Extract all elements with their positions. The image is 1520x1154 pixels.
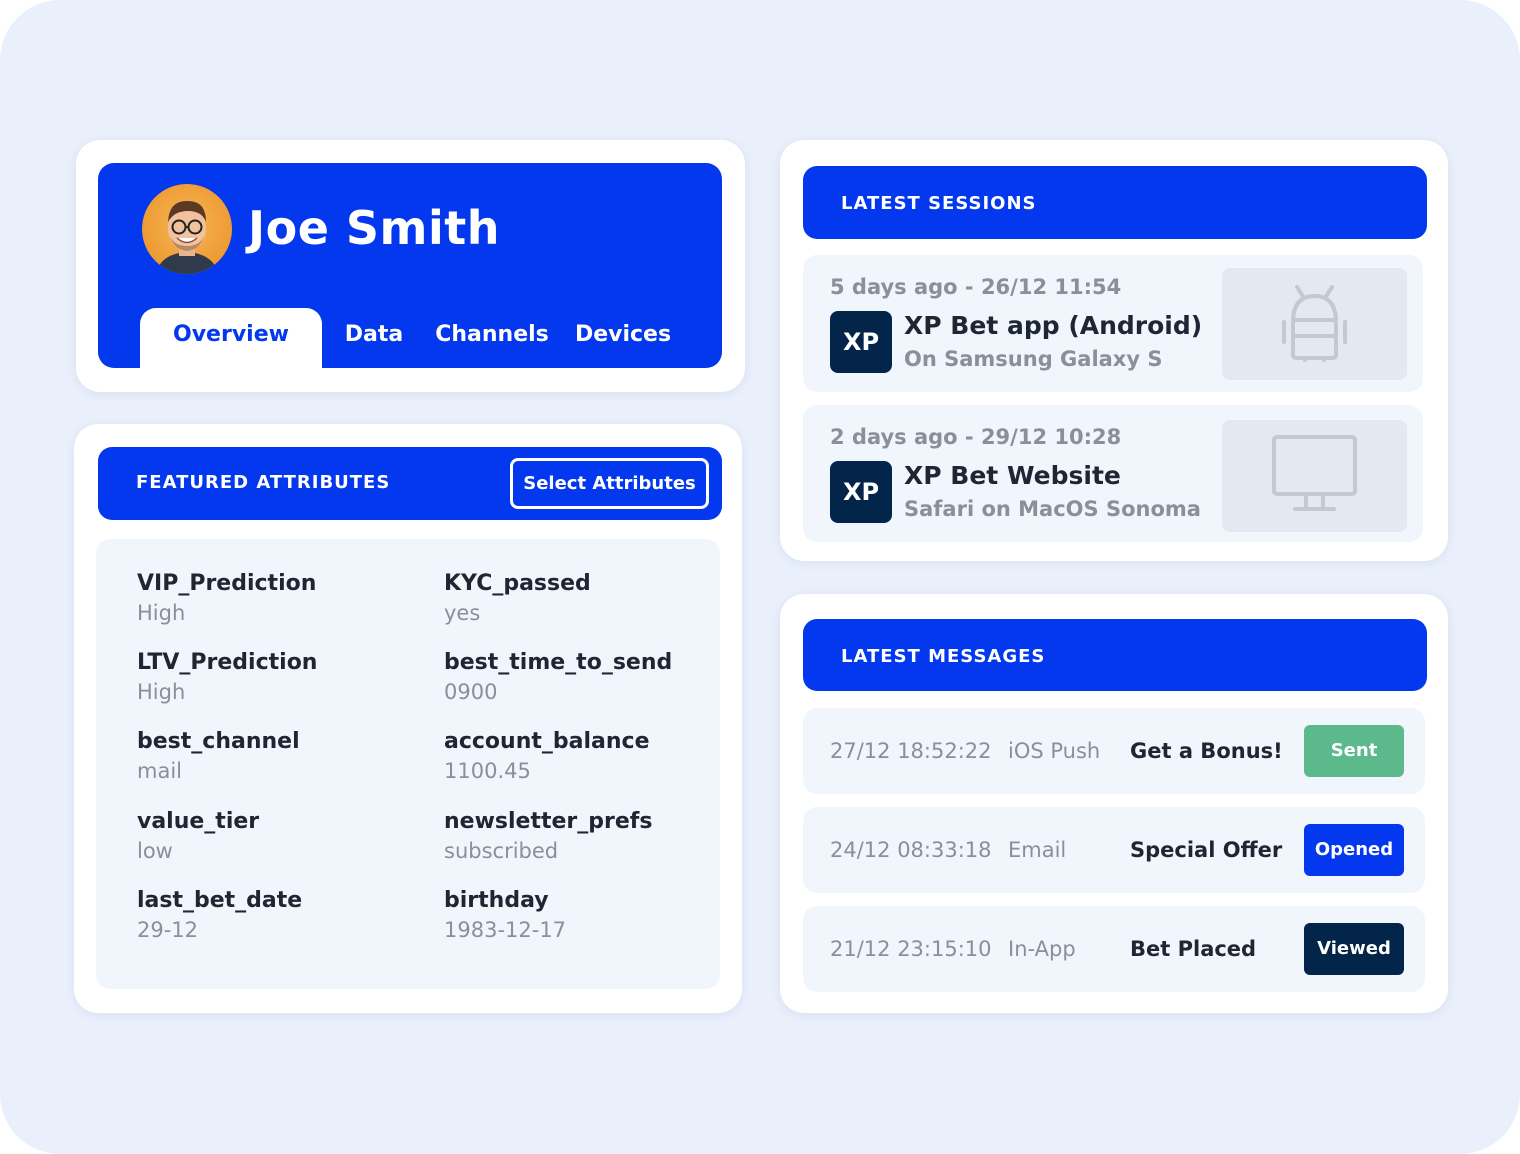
latest-sessions-card: LATEST SESSIONS 5 days ago - 26/12 11:54… — [780, 140, 1448, 561]
attribute-item: birthday 1983-12-17 — [444, 886, 744, 944]
attribute-item: LTV_Prediction High — [137, 648, 437, 706]
message-row[interactable]: 24/12 08:33:18 Email Special Offer Opene… — [803, 807, 1425, 893]
attribute-name: newsletter_prefs — [444, 809, 653, 834]
user-portrait-icon — [156, 200, 218, 274]
attribute-item: value_tier low — [137, 807, 437, 865]
attribute-name: last_bet_date — [137, 888, 303, 913]
attribute-item: KYC_passed yes — [444, 569, 744, 627]
attribute-value: low — [137, 839, 173, 863]
attribute-name: VIP_Prediction — [137, 571, 317, 596]
attribute-value: High — [137, 601, 186, 625]
session-row[interactable]: 2 days ago - 29/12 10:28 XP XP Bet Websi… — [803, 405, 1423, 542]
attribute-value: 1100.45 — [444, 759, 531, 783]
attribute-name: account_balance — [444, 729, 650, 754]
latest-messages-title: LATEST MESSAGES — [841, 646, 1046, 667]
attribute-value: mail — [137, 759, 182, 783]
attribute-value: High — [137, 680, 186, 704]
select-attributes-button[interactable]: Select Attributes — [510, 458, 709, 509]
session-time: 2 days ago - 29/12 10:28 — [830, 425, 1122, 449]
session-app-name: XP Bet app (Android) — [904, 311, 1203, 340]
message-subject: Bet Placed — [1130, 937, 1257, 961]
attribute-value: subscribed — [444, 839, 559, 863]
session-device: Safari on MacOS Sonoma — [904, 497, 1201, 521]
attribute-item: newsletter_prefs subscribed — [444, 807, 744, 865]
message-channel: iOS Push — [1008, 739, 1101, 763]
message-channel: In-App — [1008, 937, 1076, 961]
session-row[interactable]: 5 days ago - 26/12 11:54 XP XP Bet app (… — [803, 255, 1423, 392]
status-badge: Sent — [1304, 725, 1404, 777]
latest-messages-card: LATEST MESSAGES 27/12 18:52:22 iOS Push … — [780, 594, 1448, 1013]
profile-header: Joe Smith Overview Data Channels Devices — [98, 163, 722, 368]
user-name: Joe Smith — [248, 201, 500, 255]
message-row[interactable]: 27/12 18:52:22 iOS Push Get a Bonus! Sen… — [803, 708, 1425, 794]
tab-devices[interactable]: Devices — [570, 308, 676, 368]
app-logo: XP — [830, 311, 892, 373]
session-app-name: XP Bet Website — [904, 461, 1121, 490]
latest-messages-header: LATEST MESSAGES — [803, 619, 1427, 691]
tab-overview[interactable]: Overview — [140, 308, 322, 368]
message-channel: Email — [1008, 838, 1067, 862]
attribute-item: VIP_Prediction High — [137, 569, 437, 627]
device-tile — [1222, 268, 1407, 380]
tab-data[interactable]: Data — [336, 308, 412, 368]
profile-card: Joe Smith Overview Data Channels Devices — [76, 140, 745, 392]
app-logo: XP — [830, 461, 892, 523]
page-background: Joe Smith Overview Data Channels Devices… — [0, 0, 1520, 1154]
attribute-value: yes — [444, 601, 481, 625]
attribute-item: last_bet_date 29-12 — [137, 886, 437, 944]
tab-channels[interactable]: Channels — [431, 308, 553, 368]
featured-attributes-title: FEATURED ATTRIBUTES — [136, 472, 391, 493]
attribute-item: best_time_to_send 0900 — [444, 648, 744, 706]
attributes-grid: VIP_Prediction High KYC_passed yes LTV_P… — [96, 539, 720, 989]
latest-sessions-title: LATEST SESSIONS — [841, 193, 1037, 214]
attribute-value: 29-12 — [137, 918, 199, 942]
android-icon — [1282, 285, 1347, 362]
message-time: 24/12 08:33:18 — [830, 838, 992, 862]
status-badge: Viewed — [1304, 923, 1404, 975]
attribute-item: best_channel mail — [137, 727, 437, 785]
session-device: On Samsung Galaxy S — [904, 347, 1163, 371]
device-tile — [1222, 420, 1407, 532]
latest-sessions-header: LATEST SESSIONS — [803, 166, 1427, 239]
attribute-value: 0900 — [444, 680, 498, 704]
featured-attributes-card: FEATURED ATTRIBUTES Select Attributes VI… — [74, 424, 742, 1013]
attribute-name: best_channel — [137, 729, 300, 754]
attribute-value: 1983-12-17 — [444, 918, 567, 942]
desktop-monitor-icon — [1272, 435, 1357, 511]
attribute-item: account_balance 1100.45 — [444, 727, 744, 785]
message-time: 21/12 23:15:10 — [830, 937, 992, 961]
attribute-name: value_tier — [137, 809, 260, 834]
message-row[interactable]: 21/12 23:15:10 In-App Bet Placed Viewed — [803, 906, 1425, 992]
avatar[interactable] — [142, 184, 232, 274]
message-time: 27/12 18:52:22 — [830, 739, 992, 763]
attribute-name: KYC_passed — [444, 571, 591, 596]
session-time: 5 days ago - 26/12 11:54 — [830, 275, 1122, 299]
attribute-name: birthday — [444, 888, 549, 913]
featured-attributes-header: FEATURED ATTRIBUTES Select Attributes — [98, 447, 722, 520]
status-badge: Opened — [1304, 824, 1404, 876]
attribute-name: LTV_Prediction — [137, 650, 318, 675]
message-subject: Get a Bonus! — [1130, 739, 1283, 763]
message-subject: Special Offer — [1130, 838, 1283, 862]
attribute-name: best_time_to_send — [444, 650, 673, 675]
